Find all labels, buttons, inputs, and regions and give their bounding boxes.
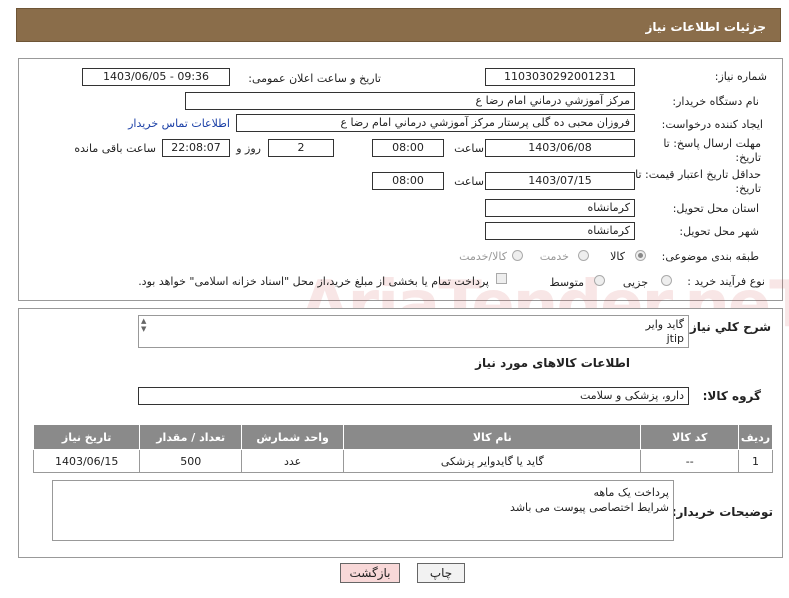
goods-info-title: اطلاعات کالاهای مورد نیاز (475, 356, 630, 370)
process-label: نوع فرآیند خرید : (687, 275, 765, 288)
category-radio-service[interactable] (578, 250, 589, 261)
page-header: جزئیات اطلاعات نیاز (16, 8, 781, 42)
cell-row: 1 (738, 449, 773, 473)
validity-time-field: 08:00 (372, 172, 444, 190)
summary-label: شرح کلي نياز: (685, 320, 771, 334)
treasury-checkbox[interactable] (496, 273, 507, 284)
goods-group-label: گروه کالا: (702, 389, 761, 403)
buyer-notes-textarea[interactable]: پرداخت یک ماهه شرایط اختصاصی پیوست می با… (52, 480, 674, 541)
summary-text: گاید وایر jtip (645, 318, 684, 345)
col-code: کد کالا (640, 424, 740, 450)
remaining-label: ساعت باقی مانده (74, 142, 156, 155)
payment-note: پرداخت تمام یا بخشی از مبلغ خرید،از محل … (138, 275, 489, 288)
cell-name: گاید یا گایدوایر پزشکی (343, 449, 642, 473)
buyer-label: نام دستگاه خریدار: (672, 95, 759, 108)
cell-unit: عدد (241, 449, 345, 473)
col-qty: تعداد / مقدار (139, 424, 243, 450)
table-row: 1 -- گاید یا گایدوایر پزشکی عدد 500 1403… (32, 449, 773, 473)
days-field: 2 (268, 139, 334, 157)
goods-table: ردیف کد کالا نام کالا واحد شمارش تعداد /… (32, 424, 773, 473)
cell-date: 1403/06/15 (32, 449, 141, 473)
process-radio-minor[interactable] (661, 275, 672, 286)
need-number-label: شماره نیاز: (714, 70, 767, 83)
deadline-time-label: ساعت (454, 142, 484, 155)
buyer-notes-text: پرداخت یک ماهه شرایط اختصاصی پیوست می با… (510, 486, 669, 514)
category-option-goods: کالا (610, 250, 625, 263)
province-label: استان محل تحویل: (672, 202, 759, 215)
validity-time-label: ساعت (454, 175, 484, 188)
col-date: تاریخ نیاز (32, 424, 141, 450)
category-label: طبقه بندی موضوعی: (661, 250, 759, 263)
page-title: جزئیات اطلاعات نیاز (645, 20, 766, 34)
back-button[interactable]: بازگشت (340, 563, 400, 583)
process-option-medium: متوسط (549, 276, 584, 289)
deadline-label: مهلت ارسال پاسخ: تا تاریخ: (663, 137, 761, 164)
announce-field: 1403/06/05 - 09:36 (82, 68, 230, 86)
announce-label: تاریخ و ساعت اعلان عمومی: (248, 72, 381, 85)
validity-date-field: 1403/07/15 (485, 172, 635, 190)
days-label: روز و (236, 142, 261, 155)
col-unit: واحد شمارش (241, 424, 345, 450)
deadline-date-field: 1403/06/08 (485, 139, 635, 157)
category-radio-goods[interactable] (635, 250, 646, 261)
category-option-goods-service: کالا/خدمت (459, 250, 507, 263)
category-option-service: خدمت (539, 250, 569, 263)
summary-textarea[interactable]: گاید وایر jtip ▲ ▼ (138, 315, 689, 348)
scroll-arrows-icon[interactable]: ▲ ▼ (141, 317, 146, 333)
need-number-field: 1103030292001231 (485, 68, 635, 86)
remaining-time-field: 22:08:07 (162, 139, 230, 157)
process-option-minor: جزیی (622, 276, 648, 289)
cell-qty: 500 (139, 449, 243, 473)
cell-code: -- (640, 449, 740, 473)
process-radio-medium[interactable] (594, 275, 605, 286)
goods-table-header: ردیف کد کالا نام کالا واحد شمارش تعداد /… (32, 424, 773, 450)
creator-field: فروزان محبی ده گلی پرستار مرکز آموزشي در… (236, 114, 635, 132)
col-name: نام کالا (343, 424, 642, 450)
buyer-contact-link[interactable]: اطلاعات تماس خریدار (128, 117, 230, 130)
validity-label: حداقل تاریخ اعتبار قیمت: تا تاریخ: (635, 168, 761, 195)
city-field: کرمانشاه (485, 222, 635, 240)
goods-group-field: دارو، پزشکی و سلامت (138, 387, 689, 405)
creator-label: ایجاد کننده درخواست: (661, 118, 763, 131)
category-radio-goods-service[interactable] (512, 250, 523, 261)
deadline-time-field: 08:00 (372, 139, 444, 157)
col-row: ردیف (738, 424, 773, 450)
buyer-field: مرکز آموزشي درماني امام رضا ع (185, 92, 635, 110)
print-button[interactable]: چاپ (417, 563, 465, 583)
buyer-notes-label: توضیحات خریدار: (671, 505, 773, 519)
province-field: کرمانشاه (485, 199, 635, 217)
city-label: شهر محل تحویل: (679, 225, 759, 238)
